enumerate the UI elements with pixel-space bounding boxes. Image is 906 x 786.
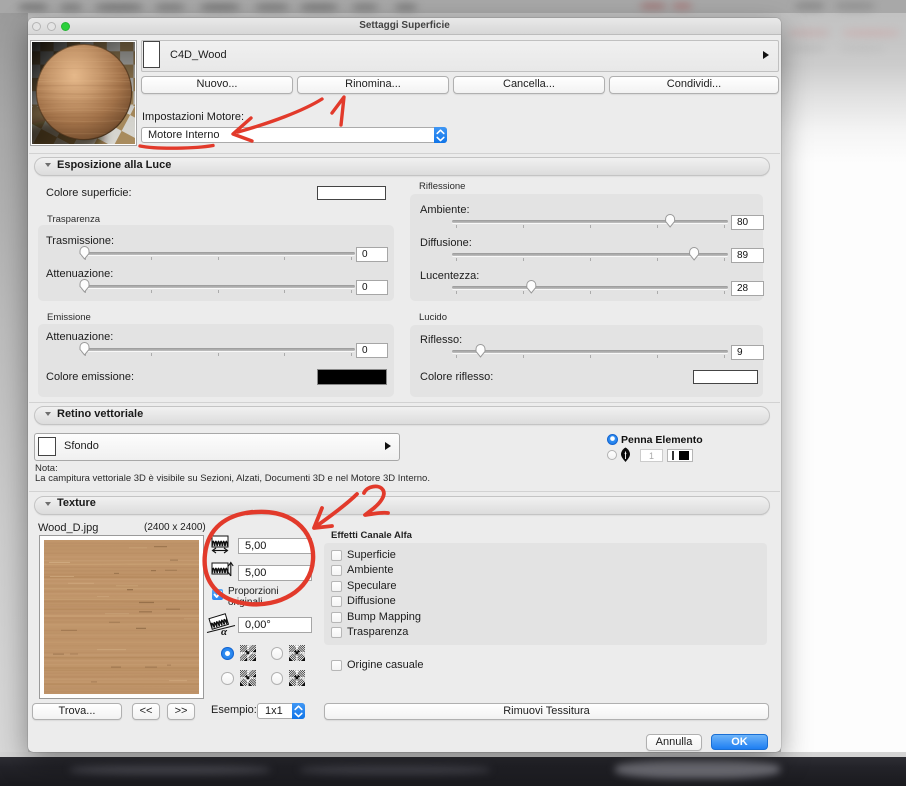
svg-text:α: α [221,626,228,638]
